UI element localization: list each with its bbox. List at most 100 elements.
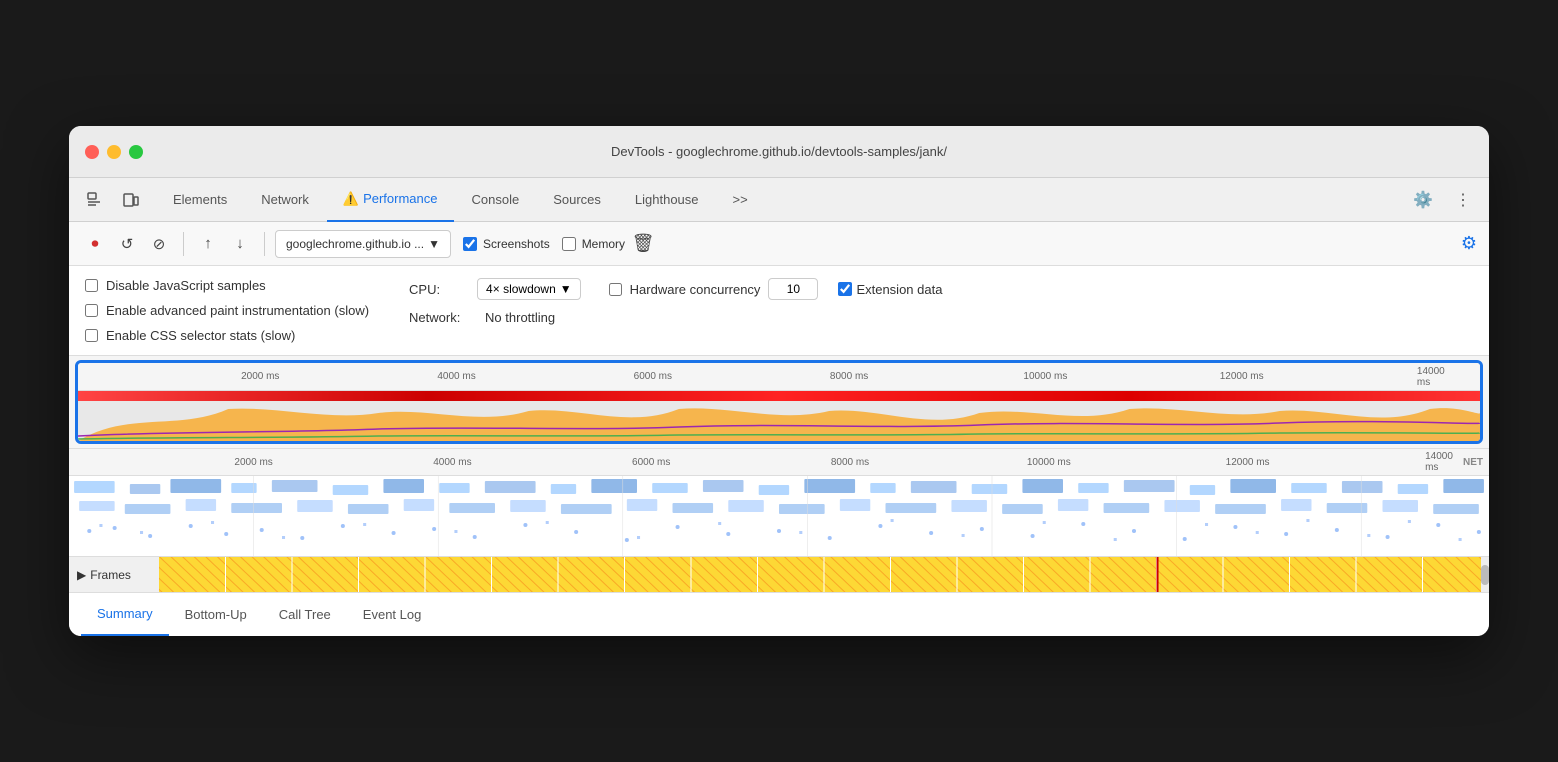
cpu-label: CPU: (409, 282, 469, 297)
options-bar: Disable JavaScript samples Enable advanc… (69, 266, 1489, 356)
maximize-button[interactable] (129, 145, 143, 159)
record-button[interactable]: ⏺ (81, 230, 109, 258)
main-ruler-2000: 2000 ms (234, 457, 272, 468)
options-left-panel: Disable JavaScript samples Enable advanc… (85, 278, 369, 343)
css-selector-label[interactable]: Enable CSS selector stats (slow) (106, 328, 295, 343)
tab-call-tree[interactable]: Call Tree (263, 592, 347, 636)
url-display[interactable]: googlechrome.github.io ... ▼ (275, 230, 451, 258)
memory-checkbox[interactable] (562, 237, 576, 251)
network-area (69, 476, 1489, 556)
frames-triangle[interactable]: ▶ (77, 568, 86, 582)
main-timeline: 2000 ms 4000 ms 6000 ms 8000 ms 10000 ms… (69, 448, 1489, 592)
hardware-concurrency-checkbox[interactable] (609, 283, 622, 296)
css-selector-option: Enable CSS selector stats (slow) (85, 328, 369, 343)
dropdown-icon: ▼ (428, 237, 440, 251)
advanced-paint-checkbox[interactable] (85, 304, 98, 317)
main-ruler-14000: 14000 ms (1425, 451, 1468, 473)
ruler-14000: 14000 ms (1417, 366, 1459, 388)
download-button[interactable]: ↓ (226, 230, 254, 258)
bottom-tabs: Summary Bottom-Up Call Tree Event Log (69, 592, 1489, 636)
devtools-window: DevTools - googlechrome.github.io/devtoo… (69, 126, 1489, 636)
clear-button[interactable]: ⊘ (145, 230, 173, 258)
hardware-concurrency-label[interactable]: Hardware concurrency (630, 282, 761, 297)
fps-cpu-chart (78, 401, 1480, 441)
timeline-ruler-main: 2000 ms 4000 ms 6000 ms 8000 ms 10000 ms… (69, 448, 1489, 476)
tab-elements[interactable]: Elements (157, 178, 243, 222)
ruler-8000: 8000 ms (830, 371, 868, 382)
ruler-6000: 6000 ms (634, 371, 672, 382)
tab-event-log[interactable]: Event Log (347, 592, 438, 636)
ruler-12000: 12000 ms (1220, 371, 1264, 382)
tab-bar: Elements Network ⚠️ Performance Console … (69, 178, 1489, 222)
main-ruler-8000: 8000 ms (831, 457, 869, 468)
tab-lighthouse[interactable]: Lighthouse (619, 178, 715, 222)
frames-text: Frames (90, 568, 131, 582)
clear-cache-icon[interactable]: 🗑 (629, 230, 657, 258)
main-ruler-4000: 4000 ms (433, 457, 471, 468)
frames-label: ▶ Frames (69, 568, 159, 582)
upload-button[interactable]: ↑ (194, 230, 222, 258)
window-title: DevTools - googlechrome.github.io/devtoo… (611, 144, 947, 159)
traffic-lights (85, 145, 143, 159)
scrollbar-thumb[interactable] (1481, 565, 1489, 585)
main-ruler-6000: 6000 ms (632, 457, 670, 468)
settings-icon[interactable]: ⚙️ (1407, 184, 1439, 216)
memory-checkbox-group: Memory (562, 237, 625, 251)
cpu-option: CPU: 4× slowdown ▼ Hardware concurrency … (409, 278, 942, 300)
advanced-paint-label[interactable]: Enable advanced paint instrumentation (s… (106, 303, 369, 318)
toolbar-divider-1 (183, 232, 184, 256)
tab-more[interactable]: >> (717, 178, 764, 222)
main-ruler-10000: 10000 ms (1027, 457, 1071, 468)
title-bar: DevTools - googlechrome.github.io/devtoo… (69, 126, 1489, 178)
device-toggle-icon[interactable] (115, 184, 147, 216)
main-ruler-12000: 12000 ms (1226, 457, 1270, 468)
tab-performance[interactable]: ⚠️ Performance (327, 178, 454, 222)
net-label: NET (1463, 457, 1483, 468)
network-label: Network: (409, 310, 469, 325)
toolbar-divider-2 (264, 232, 265, 256)
timeline-overview[interactable]: 2000 ms 4000 ms 6000 ms 8000 ms 10000 ms… (75, 360, 1483, 444)
hardware-concurrency-input[interactable] (768, 278, 818, 300)
disable-js-option: Disable JavaScript samples (85, 278, 369, 293)
long-tasks-bar (78, 391, 1480, 401)
advanced-paint-option: Enable advanced paint instrumentation (s… (85, 303, 369, 318)
tab-summary[interactable]: Summary (81, 592, 169, 636)
cpu-dropdown-icon: ▼ (560, 282, 572, 296)
screenshots-checkbox-group: Screenshots (463, 237, 550, 251)
disable-js-label[interactable]: Disable JavaScript samples (106, 278, 266, 293)
extension-data-label[interactable]: Extension data (856, 282, 942, 297)
reload-record-button[interactable]: ↺ (113, 230, 141, 258)
network-option: Network: No throttling (409, 310, 942, 325)
inspect-icon[interactable] (79, 184, 111, 216)
minimize-button[interactable] (107, 145, 121, 159)
frames-track (159, 557, 1489, 592)
performance-toolbar: ⏺ ↺ ⊘ ↑ ↓ googlechrome.github.io ... ▼ S… (69, 222, 1489, 266)
network-dots-svg (69, 476, 1489, 556)
long-tasks-fill (78, 391, 1480, 401)
ruler-4000: 4000 ms (437, 371, 475, 382)
ruler-2000: 2000 ms (241, 371, 279, 382)
network-value: No throttling (485, 310, 555, 325)
timeline-ruler-top: 2000 ms 4000 ms 6000 ms 8000 ms 10000 ms… (78, 363, 1480, 391)
screenshots-label[interactable]: Screenshots (483, 237, 550, 251)
disable-js-checkbox[interactable] (85, 279, 98, 292)
performance-settings-icon[interactable]: ⚙ (1461, 233, 1477, 254)
frames-row: ▶ Frames (69, 556, 1489, 592)
warning-icon: ⚠️ (343, 191, 359, 207)
scrollbar-track[interactable] (1481, 557, 1489, 592)
cpu-select[interactable]: 4× slowdown ▼ (477, 278, 581, 300)
ruler-10000: 10000 ms (1023, 371, 1067, 382)
tab-icons (79, 184, 147, 216)
tab-sources[interactable]: Sources (537, 178, 617, 222)
tab-network[interactable]: Network (245, 178, 325, 222)
close-button[interactable] (85, 145, 99, 159)
tab-bottom-up[interactable]: Bottom-Up (169, 592, 263, 636)
css-selector-checkbox[interactable] (85, 329, 98, 342)
screenshots-checkbox[interactable] (463, 237, 477, 251)
more-options-icon[interactable]: ⋮ (1447, 184, 1479, 216)
tab-console[interactable]: Console (456, 178, 536, 222)
memory-label[interactable]: Memory (582, 237, 625, 251)
extension-data-group: Extension data (838, 282, 942, 297)
extension-data-checkbox[interactable] (838, 282, 852, 296)
tab-end-icons: ⚙️ ⋮ (1407, 184, 1479, 216)
